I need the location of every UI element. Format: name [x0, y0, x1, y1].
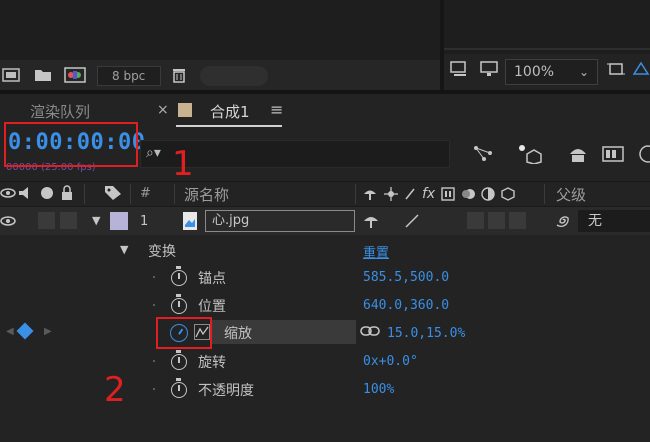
- annotation-number-2: 2: [104, 370, 126, 410]
- tree-dot: [153, 388, 155, 390]
- solo-switch-icon[interactable]: [40, 186, 54, 204]
- effect-switch-icon[interactable]: fx: [422, 186, 435, 202]
- shy-layers-icon[interactable]: [566, 144, 590, 168]
- rotation-value[interactable]: 0x+0.0°: [363, 354, 418, 369]
- position-label: 位置: [198, 299, 226, 315]
- lock-switch-icon[interactable]: [60, 185, 74, 205]
- frame-blend-switch-icon[interactable]: [441, 187, 455, 201]
- anchor-point-value[interactable]: 585.5,500.0: [363, 270, 449, 285]
- tree-dot: [153, 276, 155, 278]
- label-column-icon[interactable]: [104, 185, 122, 205]
- parent-pick-whip-icon[interactable]: [554, 212, 572, 234]
- 3d-layer-switch-icon[interactable]: [501, 187, 515, 201]
- column-divider[interactable]: [84, 184, 85, 204]
- source-name-header[interactable]: 源名称: [184, 184, 229, 205]
- stopwatch-icon[interactable]: [171, 350, 187, 370]
- trash-icon[interactable]: [168, 66, 190, 84]
- new-composition-icon[interactable]: [64, 66, 86, 84]
- parent-dropdown[interactable]: 无: [578, 210, 650, 232]
- stopwatch-icon[interactable]: [171, 294, 187, 314]
- anchor-point-label: 锚点: [198, 271, 226, 287]
- zoom-value: 100%: [514, 64, 555, 80]
- transform-reset-link[interactable]: 重置: [363, 242, 389, 261]
- quality-switch-icon[interactable]: [404, 187, 416, 201]
- layer-name-field[interactable]: 心.jpg: [205, 210, 355, 232]
- collapse-switch-icon[interactable]: [384, 187, 398, 201]
- image-footage-icon: [182, 211, 198, 235]
- active-tab-indicator: [176, 125, 282, 127]
- layer-number: 1: [140, 214, 149, 229]
- new-folder-icon[interactable]: [32, 66, 54, 84]
- adjustment-layer-switch-icon[interactable]: [481, 187, 495, 201]
- composition-flowchart-icon[interactable]: [472, 144, 494, 166]
- parent-header: 父级: [556, 186, 587, 204]
- prev-keyframe-arrow[interactable]: ◀: [6, 326, 14, 337]
- shy-switch-icon[interactable]: [362, 187, 378, 201]
- opacity-label: 不透明度: [198, 383, 254, 399]
- stopwatch-icon[interactable]: [171, 378, 187, 398]
- layer-number-header: #: [140, 186, 151, 201]
- interpret-footage-icon[interactable]: [0, 66, 22, 84]
- motion-blur-switch-icon[interactable]: [461, 187, 476, 201]
- layer-label-color[interactable]: [110, 212, 128, 230]
- composition-color-swatch: [178, 103, 192, 117]
- column-divider[interactable]: [544, 184, 545, 204]
- composition-viewer-panel: [0, 0, 440, 60]
- preview-options-icon[interactable]: [448, 60, 470, 78]
- position-value[interactable]: 640.0,360.0: [363, 298, 449, 313]
- layer-switch-box[interactable]: [467, 212, 484, 229]
- annotation-box-timecode: [4, 122, 138, 167]
- transform-group-label: 变换: [148, 244, 176, 260]
- preview-panel: [444, 0, 650, 54]
- scale-value[interactable]: 15.0,15.0%: [387, 326, 465, 341]
- layer-lock-toggle[interactable]: [60, 212, 77, 229]
- bit-depth-button[interactable]: 8 bpc: [97, 66, 161, 86]
- stopwatch-icon[interactable]: [171, 266, 187, 286]
- chevron-down-icon: ⌄: [578, 65, 589, 79]
- layer-solo-toggle[interactable]: [38, 212, 55, 229]
- scale-label: 缩放: [224, 326, 252, 342]
- annotation-number-1: 1: [172, 144, 194, 184]
- layer-shy-switch[interactable]: [362, 213, 380, 233]
- close-tab-icon[interactable]: ×: [157, 102, 169, 118]
- panel-menu-icon[interactable]: ≡: [270, 100, 283, 119]
- transform-expand-triangle[interactable]: ▼: [120, 243, 128, 256]
- layer-quality-switch[interactable]: [404, 213, 420, 233]
- transparency-grid-icon[interactable]: [630, 60, 650, 78]
- zoom-dropdown[interactable]: 100% ⌄: [505, 59, 598, 85]
- motion-blur-icon[interactable]: [636, 144, 650, 168]
- column-divider[interactable]: [130, 184, 131, 204]
- scrollbar-thumb[interactable]: [200, 66, 268, 86]
- annotation-box-stopwatch: [156, 317, 212, 349]
- video-switch-icon[interactable]: [0, 186, 16, 204]
- next-keyframe-arrow[interactable]: ▶: [44, 326, 52, 337]
- tab-render-queue[interactable]: 渲染队列: [30, 101, 90, 122]
- draft-3d-icon[interactable]: [516, 142, 542, 168]
- audio-switch-icon[interactable]: [18, 186, 34, 204]
- layer-expand-triangle[interactable]: ▼: [92, 214, 100, 227]
- search-icon[interactable]: ⌕▾: [146, 145, 161, 161]
- switches-header: fx: [362, 185, 542, 203]
- constrain-proportions-icon[interactable]: [360, 324, 380, 342]
- layer-visibility-icon[interactable]: [0, 214, 16, 232]
- tab-composition[interactable]: 合成1: [210, 101, 250, 122]
- monitor-icon[interactable]: [478, 60, 500, 78]
- tree-dot: [153, 304, 155, 306]
- column-divider[interactable]: [174, 184, 175, 204]
- column-divider[interactable]: [355, 184, 356, 204]
- layer-column-header: [0, 181, 650, 207]
- layer-switch-box[interactable]: [488, 212, 505, 229]
- opacity-value[interactable]: 100%: [363, 382, 394, 397]
- region-of-interest-icon[interactable]: [605, 60, 627, 78]
- tree-dot: [153, 360, 155, 362]
- panel-ruler: [444, 48, 650, 50]
- layer-switch-box[interactable]: [509, 212, 526, 229]
- frame-blending-icon[interactable]: [602, 145, 624, 167]
- rotation-label: 旋转: [198, 355, 226, 371]
